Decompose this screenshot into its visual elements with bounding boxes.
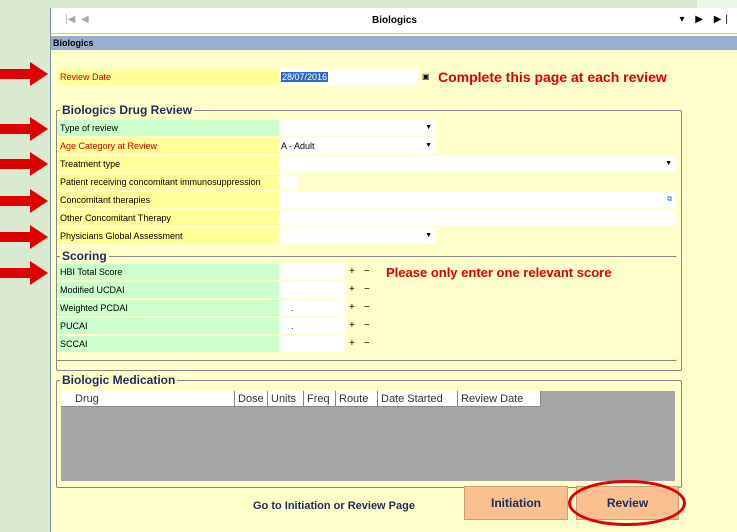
arrow-concomitant-therapies — [0, 189, 48, 213]
concomitant-immuno-label: Patient receiving concomitant immunosupp… — [57, 174, 279, 190]
score-label: HBI Total Score — [57, 264, 279, 280]
arrow-type-of-review — [0, 117, 48, 141]
other-concomitant-field[interactable] — [279, 210, 675, 226]
goto-page-label: Go to Initiation or Review Page — [253, 500, 415, 512]
score-input[interactable] — [279, 336, 345, 352]
score-label: PUCAI — [57, 318, 279, 334]
review-date-value: 28/07/2016 — [281, 72, 329, 82]
calendar-icon[interactable]: ▣ — [422, 72, 430, 81]
age-category-label: Age Category at Review — [57, 138, 279, 154]
concomitant-therapies-field[interactable]: ⧉ — [279, 192, 675, 208]
score-value — [281, 267, 291, 277]
arrow-physicians-assessment — [0, 225, 48, 249]
score-label: Modified UCDAI — [57, 282, 279, 298]
score-input[interactable]: . — [279, 318, 345, 334]
chevron-down-icon: ▼ — [425, 232, 432, 239]
medication-table[interactable]: Drug Dose Units Freq Route Date Started Review… — [61, 391, 675, 481]
initiation-button[interactable]: Initiation — [464, 486, 568, 520]
chevron-down-icon: ▼ — [425, 124, 432, 131]
chevron-down-icon: ▼ — [665, 160, 672, 167]
decrement-button[interactable]: − — [364, 264, 370, 280]
drug-review-legend: Biologics Drug Review — [60, 103, 195, 117]
score-input[interactable]: . — [279, 300, 345, 316]
increment-button[interactable]: + — [349, 264, 355, 280]
score-message: Please only enter one relevant score — [386, 265, 612, 280]
type-of-review-select[interactable]: ▼ — [279, 120, 435, 136]
window-title: Biologics — [371, 15, 417, 26]
column-header[interactable]: Dose — [235, 391, 268, 407]
score-label: SCCAI — [57, 336, 279, 352]
treatment-type-label: Treatment type — [57, 156, 279, 172]
increment-button[interactable]: + — [349, 318, 355, 334]
physicians-assessment-select[interactable]: ▼ — [279, 228, 435, 244]
arrow-review-date — [0, 62, 48, 86]
record-navigation-bar: |◀ ◀ Biologics ▾ ▶ ▶| — [51, 8, 737, 34]
column-header[interactable]: Review Date — [458, 391, 541, 407]
score-value — [281, 339, 291, 349]
review-highlight-ring — [568, 480, 686, 526]
review-date-field[interactable]: 28/07/2016 — [279, 69, 417, 85]
physicians-assessment-label: Physicians Global Assessment — [57, 228, 279, 244]
medication-legend: Biologic Medication — [60, 373, 178, 387]
decrement-button[interactable]: − — [364, 282, 370, 298]
complete-page-message: Complete this page at each review — [438, 69, 667, 85]
score-value: . — [291, 321, 294, 331]
score-input[interactable] — [279, 282, 345, 298]
decrement-button[interactable]: − — [364, 300, 370, 316]
decrement-button[interactable]: − — [364, 336, 370, 352]
column-header[interactable]: Freq — [304, 391, 336, 407]
age-category-value: A - Adult — [281, 141, 315, 151]
arrow-hbi-score — [0, 261, 48, 285]
next-record-icons[interactable]: ▾ ▶ ▶| — [679, 14, 732, 25]
increment-button[interactable]: + — [349, 282, 355, 298]
medication-table-header: Drug Dose Units Freq Route Date Started Review… — [61, 391, 541, 407]
biologics-form: |◀ ◀ Biologics ▾ ▶ ▶| Biologics Review D… — [50, 8, 737, 532]
age-category-select[interactable]: A - Adult ▼ — [279, 138, 435, 154]
column-header[interactable]: Units — [268, 391, 304, 407]
chevron-down-icon: ▼ — [425, 142, 432, 149]
decrement-button[interactable]: − — [364, 318, 370, 334]
increment-button[interactable]: + — [349, 300, 355, 316]
concomitant-therapies-label: Concomitant therapies — [57, 192, 279, 208]
column-header[interactable]: Date Started — [378, 391, 458, 407]
column-header[interactable]: Route — [336, 391, 378, 407]
column-header[interactable]: Drug — [61, 391, 235, 407]
score-value — [281, 285, 291, 295]
other-concomitant-label: Other Concomitant Therapy — [57, 210, 279, 226]
treatment-type-select[interactable]: ▼ — [279, 156, 675, 172]
score-input[interactable] — [279, 264, 345, 280]
lookup-icon[interactable]: ⧉ — [667, 192, 672, 208]
score-value: . — [291, 303, 294, 313]
section-header: Biologics — [51, 36, 737, 50]
score-label: Weighted PCDAI — [57, 300, 279, 316]
scoring-legend: Scoring — [60, 249, 109, 263]
type-of-review-label: Type of review — [57, 120, 279, 136]
review-date-label: Review Date — [57, 69, 279, 85]
concomitant-immuno-field[interactable] — [279, 174, 297, 190]
increment-button[interactable]: + — [349, 336, 355, 352]
arrow-treatment-type — [0, 152, 48, 176]
